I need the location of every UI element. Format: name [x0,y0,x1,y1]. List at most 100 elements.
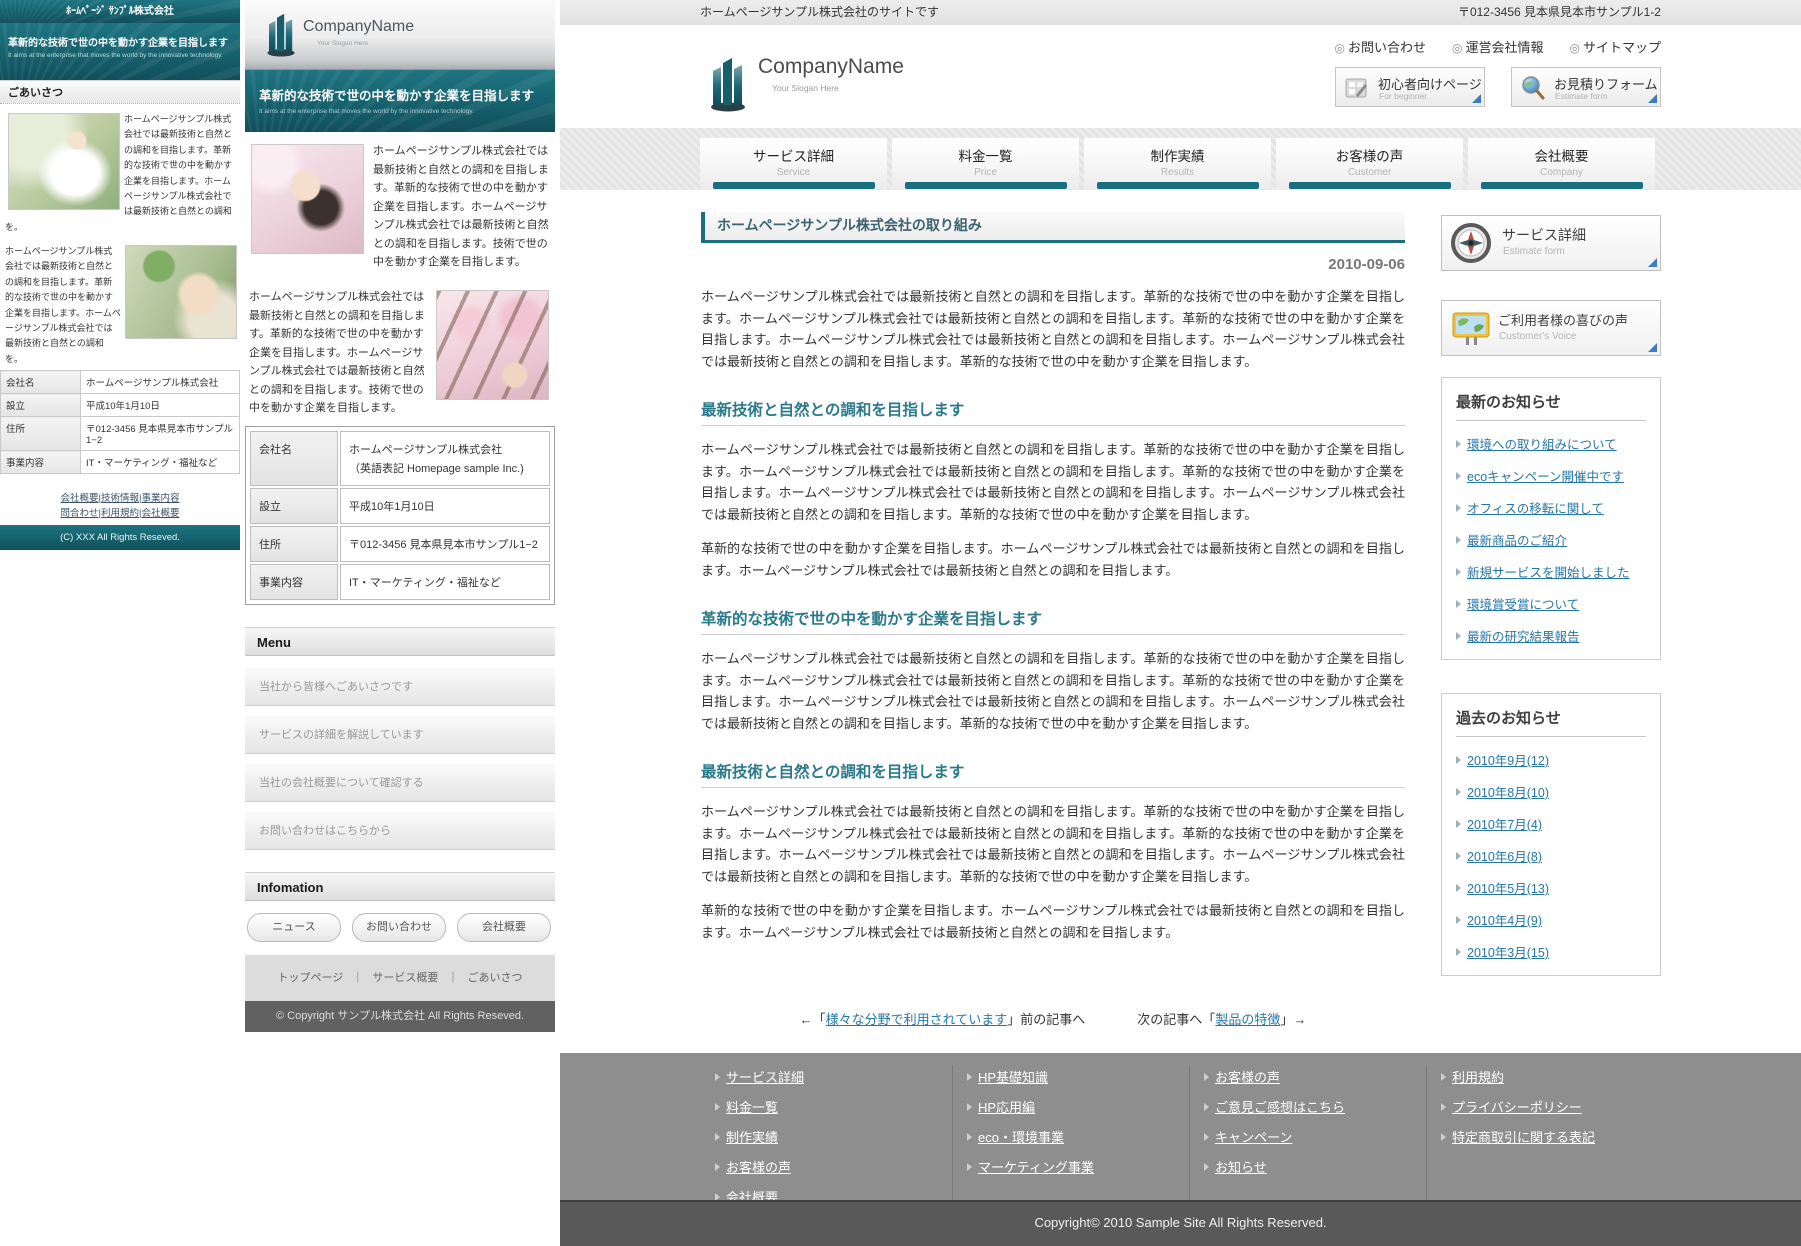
left-link-business[interactable]: 事業内容 [141,493,179,504]
mid-menu-item[interactable]: お問い合わせはこちらから [245,812,555,850]
utility-link[interactable]: ◎運営会社情報 [1452,37,1544,56]
archive-link[interactable]: 2010年5月(13) [1467,882,1549,896]
news-link[interactable]: 環境賞受賞について [1467,598,1579,612]
main-navbar: サービス詳細 Service 料金一覧 Price 制作実績 Results お… [560,128,1801,190]
tab-underline [1097,182,1259,189]
left-link-contact[interactable]: 問合わせ [61,508,99,519]
footer-link[interactable]: eco・環境事業 [978,1130,1064,1145]
archive-links: 2010年9月(12) 2010年8月(10) 2010年7月(4) 2010年6月(… [1456,750,1646,961]
footer-link[interactable]: ご意見ご感想はこちら [1215,1100,1345,1115]
service-detail-banner[interactable]: サービス詳細 Estimate form [1441,215,1661,271]
archive-link[interactable]: 2010年3月(15) [1467,946,1549,960]
corner-arrow-icon [1648,343,1657,352]
section1-paragraph-1: ホームページサンプル株式会社では最新技術と自然との調和を目指します。革新的な技術… [701,439,1405,525]
archive-link[interactable]: 2010年7月(4) [1467,818,1542,832]
footer-link-item: ご意見ご感想はこちら [1204,1097,1426,1116]
triangle-bullet-icon [1456,600,1461,608]
mid-footer-link-top[interactable]: トップページ [277,972,343,984]
mid-logo-name: CompanyName [303,18,414,36]
utility-link[interactable]: ◎サイトマップ [1570,37,1662,56]
beginner-page-button[interactable]: 初心者向けページ For beginner [1335,67,1485,107]
customer-voice-banner[interactable]: ご利用者様の喜びの声 Customer's Voice [1441,300,1661,356]
mid-pill-button[interactable]: ニュース [247,913,341,942]
estimate-form-button[interactable]: お見積りフォーム Estimate form [1511,67,1661,107]
nav-tab[interactable]: 制作実績 Results [1084,138,1271,190]
archive-link[interactable]: 2010年8月(10) [1467,786,1549,800]
footer-link[interactable]: 特定商取引に関する表記 [1452,1130,1595,1145]
triangle-bullet-icon [715,1103,720,1111]
mid-pill-button[interactable]: お問い合わせ [352,913,446,942]
nav-tab[interactable]: 会社概要 Company [1468,138,1655,190]
mid-footer-link-service[interactable]: サービス概要 [372,972,438,984]
section3-paragraph-2: 革新的な技術で世の中を動かす企業を目指します。ホームページサンプル株式会社では最… [701,900,1405,943]
footer-link[interactable]: マーケティング事業 [978,1160,1094,1175]
footer-link[interactable]: HP応用編 [978,1100,1035,1115]
triangle-bullet-icon [1456,948,1461,956]
nav-tab[interactable]: サービス詳細 Service [700,138,887,190]
footer-link-item: HP応用編 [967,1097,1189,1116]
news-link[interactable]: 最新の研究結果報告 [1467,630,1580,644]
triangle-bullet-icon [1456,916,1461,924]
mid-pill-button[interactable]: 会社概要 [457,913,551,942]
archive-link[interactable]: 2010年4月(9) [1467,914,1542,928]
mid-copyright: © Copyright サンプル株式会社 All Rights Reseved. [245,1001,555,1032]
footer-link-item: HP基礎知識 [967,1067,1189,1086]
mid-footer-links: トップページ ｜ サービス概要 ｜ ごあいさつ [245,955,555,1001]
table-label: 会社名 [1,371,81,394]
target-bullet-icon: ◎ [1570,41,1580,55]
beginner-icon [1344,75,1370,106]
utility-link[interactable]: ◎お問い合わせ [1335,37,1427,56]
news-link[interactable]: 新規サービスを開始しました [1467,566,1630,580]
triangle-bullet-icon [1456,536,1461,544]
footer-link[interactable]: お客様の声 [1215,1070,1280,1085]
footer-link-item: 利用規約 [1441,1067,1663,1086]
news-link-item: 最新商品のご紹介 [1456,530,1646,549]
mid-header: CompanyName Your Slogan Here [245,0,555,70]
nav-tab[interactable]: お客様の声 Customer [1276,138,1463,190]
archive-link-item: 2010年4月(9) [1456,910,1646,929]
left-link-company[interactable]: 会社概要 [61,493,99,504]
mid-menu-item[interactable]: サービスの詳細を解説しています [245,716,555,754]
triangle-bullet-icon [1204,1163,1209,1171]
triangle-bullet-icon [1456,852,1461,860]
news-link-item: 新規サービスを開始しました [1456,562,1646,581]
news-link[interactable]: 環境への取り組みについて [1467,438,1617,452]
table-value: ホームページサンプル株式会社 [81,371,240,394]
mid-menu-item[interactable]: 当社の会社概要について確認する [245,764,555,802]
news-link[interactable]: オフィスの移転に関して [1467,502,1604,516]
table-row: 会社名 ホームページサンプル株式会社 （英語表記 Homepage sample… [250,431,550,486]
page: ﾎｰﾑﾍﾟｰｼﾞ ｻﾝﾌﾟﾙ株式会社 革新的な技術で世の中を動かす企業を目指しま… [0,0,1801,1246]
left-link-terms[interactable]: 利用規約 [101,508,139,519]
left-link-tech[interactable]: 技術情報 [101,493,139,504]
left-copyright: (C) XXX All Rights Reseved. [0,525,240,550]
tab-underline [1481,182,1643,189]
news-box: 最新のお知らせ 環境への取り組みについてecoキャンペーン開催中ですオフィスの移… [1441,377,1661,660]
footer-link[interactable]: サービス詳細 [726,1070,804,1085]
mid-footer-link-greeting[interactable]: ごあいさつ [468,972,523,984]
news-link[interactable]: ecoキャンペーン開催中です [1467,470,1624,484]
footer-link[interactable]: お客様の声 [726,1160,791,1175]
archive-link[interactable]: 2010年6月(8) [1467,850,1542,864]
main-logo[interactable]: CompanyName Your Slogan Here [708,55,904,113]
archive-link[interactable]: 2010年9月(12) [1467,754,1549,768]
building-logo-icon [708,55,748,113]
mid-block2-text: ホームページサンプル株式会社では最新技術と自然との調和を目指します。革新的な技術… [249,291,425,414]
corner-arrow-icon [1648,258,1657,267]
footer-link[interactable]: キャンペーン [1215,1130,1292,1145]
footer-link[interactable]: プライバシーポリシー [1452,1100,1582,1115]
footer-link[interactable]: HP基礎知識 [978,1070,1048,1085]
news-link[interactable]: 最新商品のご紹介 [1467,534,1567,548]
mid-menu-item[interactable]: 当社から皆様へごあいさつです [245,668,555,706]
footer-link[interactable]: 利用規約 [1452,1070,1504,1085]
footer-link[interactable]: 料金一覧 [726,1100,778,1115]
left-greeting-block-2: ホームページサンプル株式会社では最新技術と自然との調和を目指します。革新的な技術… [0,236,240,356]
mid-banner: 革新的な技術で世の中を動かす企業を目指します It aims at the en… [245,70,555,132]
left-link-company2[interactable]: 会社概要 [141,508,179,519]
nav-tab[interactable]: 料金一覧 Price [892,138,1079,190]
next-article-link[interactable]: 製品の特徴 [1215,1012,1280,1027]
triangle-bullet-icon [1456,756,1461,764]
prev-article-link[interactable]: 様々な分野で利用されています [826,1012,1008,1027]
footer-link[interactable]: お知らせ [1215,1160,1267,1175]
triangle-bullet-icon [715,1163,720,1171]
footer-link[interactable]: 制作実績 [726,1130,778,1145]
